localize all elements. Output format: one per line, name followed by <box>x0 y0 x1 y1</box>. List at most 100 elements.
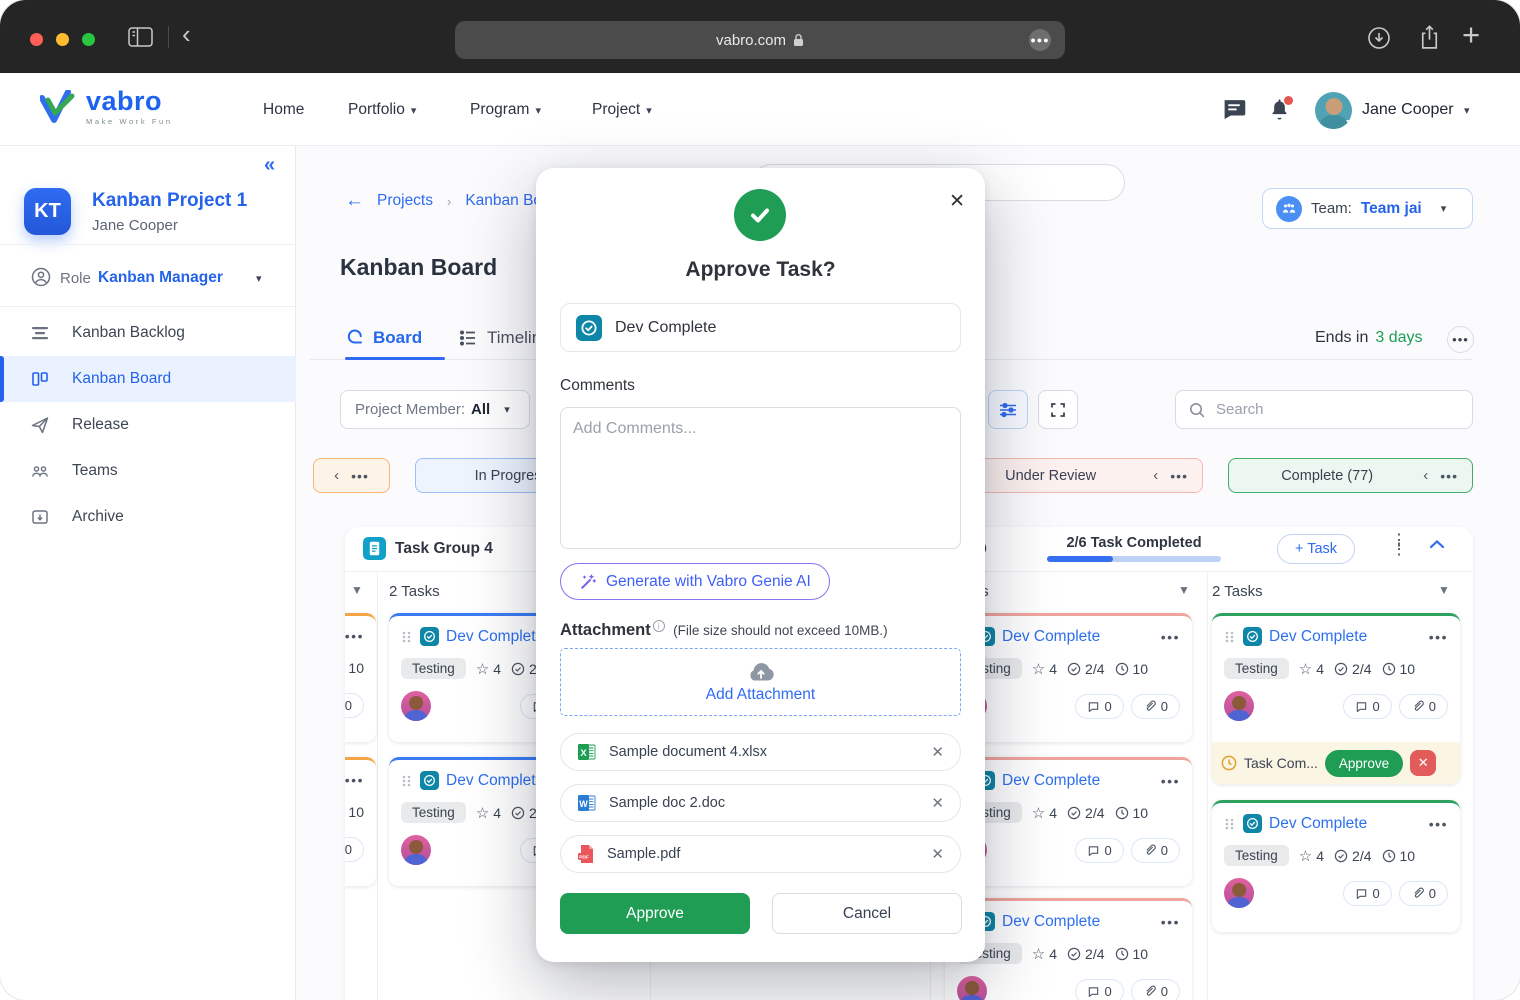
task-title-link[interactable]: Dev Complete <box>1269 815 1422 833</box>
nav-portfolio[interactable]: Portfolio▾ <box>348 101 416 119</box>
project-member-filter[interactable]: Project Member: All ▾ <box>340 390 530 429</box>
comments-pill[interactable]: 0 <box>1075 979 1124 1000</box>
nav-home[interactable]: Home <box>263 101 304 119</box>
project-name[interactable]: Kanban Project 1 <box>92 190 247 212</box>
user-menu-chevron-icon[interactable]: ▾ <box>1464 104 1470 117</box>
assignee-avatar[interactable] <box>1224 878 1254 908</box>
filter-settings-button[interactable] <box>988 390 1028 429</box>
comments-pill[interactable]: 0 <box>1075 694 1124 719</box>
column-collapse-icon[interactable]: ▼ <box>1178 583 1190 597</box>
comments-textarea[interactable] <box>560 407 961 549</box>
column-collapse-icon[interactable]: ▼ <box>1438 583 1450 597</box>
remove-file-icon[interactable]: ✕ <box>931 743 944 761</box>
url-bar[interactable]: vabro.com ●●● <box>455 21 1065 59</box>
breadcrumb-projects[interactable]: Projects <box>377 192 433 210</box>
notifications-bell-icon[interactable] <box>1268 97 1291 121</box>
board-search-input[interactable] <box>1214 400 1441 419</box>
back-icon[interactable]: ‹ <box>182 19 191 50</box>
task-card[interactable]: Dev Complete ••• Testing 10 0 <box>345 757 376 886</box>
card-menu-icon[interactable]: ••• <box>345 772 364 788</box>
scroll-left-icon[interactable]: ‹ <box>1153 467 1158 484</box>
feed-icon[interactable] <box>1222 99 1246 120</box>
attachments-pill[interactable]: 0 <box>345 837 364 862</box>
group-collapse-icon[interactable] <box>1429 539 1445 549</box>
role-value[interactable]: Kanban Manager <box>98 269 223 287</box>
task-card[interactable]: Dev Complete ••• Testing ☆4 2/4 10 0 0 T… <box>1212 613 1460 784</box>
downloads-icon[interactable] <box>1366 25 1392 51</box>
traffic-zoom-button[interactable] <box>82 33 95 46</box>
traffic-close-button[interactable] <box>30 33 43 46</box>
assignee-avatar[interactable] <box>401 691 431 721</box>
tab-board[interactable]: Board <box>345 328 422 348</box>
column-menu-icon[interactable]: ••• <box>351 468 369 484</box>
comments-pill[interactable]: 0 <box>1343 694 1392 719</box>
group-menu-icon[interactable]: ⋮⋮ <box>1391 536 1407 554</box>
column-menu-icon[interactable]: ••• <box>1170 468 1188 484</box>
cancel-button[interactable]: Cancel <box>772 893 962 934</box>
nav-program[interactable]: Program▾ <box>470 101 541 119</box>
card-approve-button[interactable]: Approve <box>1325 750 1403 777</box>
scroll-left-icon[interactable]: ‹ <box>334 467 339 484</box>
sidebar-item-archive[interactable]: Archive <box>0 494 296 540</box>
assignee-avatar[interactable] <box>401 835 431 865</box>
traffic-minimize-button[interactable] <box>56 33 69 46</box>
assignee-avatar[interactable] <box>1224 691 1254 721</box>
approve-button[interactable]: Approve <box>560 893 750 934</box>
sidebar-item-release[interactable]: Release <box>0 402 296 448</box>
vabro-logo[interactable]: vabro Make Work Fun <box>40 88 173 126</box>
column-tab-complete[interactable]: Complete (77) ‹ ••• <box>1228 458 1473 493</box>
share-icon[interactable] <box>1418 24 1441 51</box>
column-menu-icon[interactable]: ••• <box>1440 468 1458 484</box>
card-menu-icon[interactable]: ••• <box>1161 773 1180 789</box>
attachments-pill[interactable]: 0 <box>1131 838 1180 863</box>
task-title-link[interactable]: Dev Complete <box>1002 628 1154 646</box>
genie-ai-button[interactable]: Generate with Vabro Genie AI <box>560 563 830 600</box>
comments-pill[interactable]: 0 <box>1343 881 1392 906</box>
sidebar-item-teams[interactable]: Teams <box>0 448 296 494</box>
card-menu-icon[interactable]: ••• <box>1161 629 1180 645</box>
card-menu-icon[interactable]: ••• <box>1161 914 1180 930</box>
task-title-link[interactable]: Dev Complete <box>1002 913 1154 931</box>
sidebar-item-kanban-board[interactable]: Kanban Board <box>0 356 296 402</box>
new-tab-icon[interactable]: + <box>1462 17 1480 53</box>
board-options-icon[interactable]: ••• <box>1447 326 1474 353</box>
board-search[interactable] <box>1175 390 1473 429</box>
column-tab-prev[interactable]: ‹ ••• <box>313 458 390 493</box>
task-card[interactable]: Dev Complete ••• Testing 10 0 <box>345 613 376 742</box>
attachments-pill[interactable]: 0 <box>1399 694 1448 719</box>
attachments-pill[interactable]: 0 <box>345 693 364 718</box>
breadcrumb-back-icon[interactable]: ← <box>345 190 364 212</box>
attachments-pill[interactable]: 0 <box>1399 881 1448 906</box>
attachments-pill[interactable]: 0 <box>1131 979 1180 1000</box>
fullscreen-button[interactable] <box>1038 390 1078 429</box>
close-icon[interactable]: ✕ <box>949 190 965 213</box>
project-badge[interactable]: KT <box>24 188 71 235</box>
card-menu-icon[interactable]: ••• <box>1429 629 1448 645</box>
add-task-button[interactable]: + Task <box>1277 534 1355 564</box>
scroll-left-icon[interactable]: ‹ <box>1423 467 1428 484</box>
team-selector[interactable]: Team: Team jai ▾ <box>1262 188 1473 229</box>
task-title-link[interactable]: Dev Complete <box>1269 628 1422 646</box>
card-reject-button[interactable]: ✕ <box>1410 750 1436 776</box>
column-collapse-icon[interactable]: ▼ <box>351 583 363 597</box>
card-menu-icon[interactable]: ••• <box>345 628 364 644</box>
remove-file-icon[interactable]: ✕ <box>931 794 944 812</box>
add-attachment-dropzone[interactable]: Add Attachment <box>560 648 961 716</box>
remove-file-icon[interactable]: ✕ <box>931 845 944 863</box>
drag-handle-icon[interactable] <box>1224 631 1236 643</box>
drag-handle-icon[interactable] <box>401 775 413 787</box>
sidebar-item-kanban-backlog[interactable]: Kanban Backlog <box>0 310 296 356</box>
card-menu-icon[interactable]: ••• <box>1429 816 1448 832</box>
user-avatar[interactable] <box>1315 92 1352 129</box>
assignee-avatar[interactable] <box>957 976 987 1000</box>
sidebar-collapse-icon[interactable]: « <box>264 154 275 177</box>
sidebar-toggle-icon[interactable] <box>128 27 153 47</box>
nav-project[interactable]: Project▾ <box>592 101 652 119</box>
role-chevron-icon[interactable]: ▾ <box>256 272 262 285</box>
attachments-pill[interactable]: 0 <box>1131 694 1180 719</box>
task-card[interactable]: Dev Complete ••• Testing ☆4 2/4 10 0 0 <box>1212 800 1460 932</box>
task-title-link[interactable]: Dev Complete <box>1002 772 1154 790</box>
url-options-icon[interactable]: ●●● <box>1029 29 1051 51</box>
drag-handle-icon[interactable] <box>401 631 413 643</box>
comments-pill[interactable]: 0 <box>1075 838 1124 863</box>
